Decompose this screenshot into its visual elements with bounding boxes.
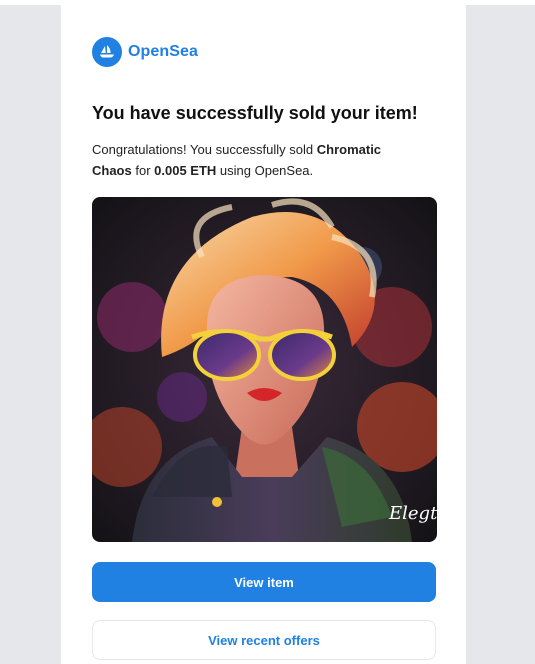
sale-message: Congratulations! You successfully sold C… <box>92 139 412 181</box>
message-middle: for <box>131 163 155 178</box>
nft-artwork: Elegt <box>92 197 437 542</box>
sale-price: 0.005 ETH <box>154 163 217 178</box>
email-title: You have successfully sold your item! <box>92 103 418 123</box>
left-background <box>0 5 60 664</box>
view-recent-offers-button[interactable]: View recent offers <box>92 620 436 660</box>
view-item-button[interactable]: View item <box>92 562 436 602</box>
artist-signature: Elegt <box>388 503 437 524</box>
email-card: OpenSea You have successfully sold your … <box>61 5 466 664</box>
message-prefix: Congratulations! You successfully sold <box>92 142 317 157</box>
opensea-logo-icon <box>92 37 122 67</box>
message-suffix: using OpenSea. <box>216 163 314 178</box>
brand-header[interactable]: OpenSea <box>92 37 198 67</box>
brand-name: OpenSea <box>128 43 199 60</box>
right-background <box>466 5 535 664</box>
nft-image[interactable]: Elegt <box>92 197 437 542</box>
